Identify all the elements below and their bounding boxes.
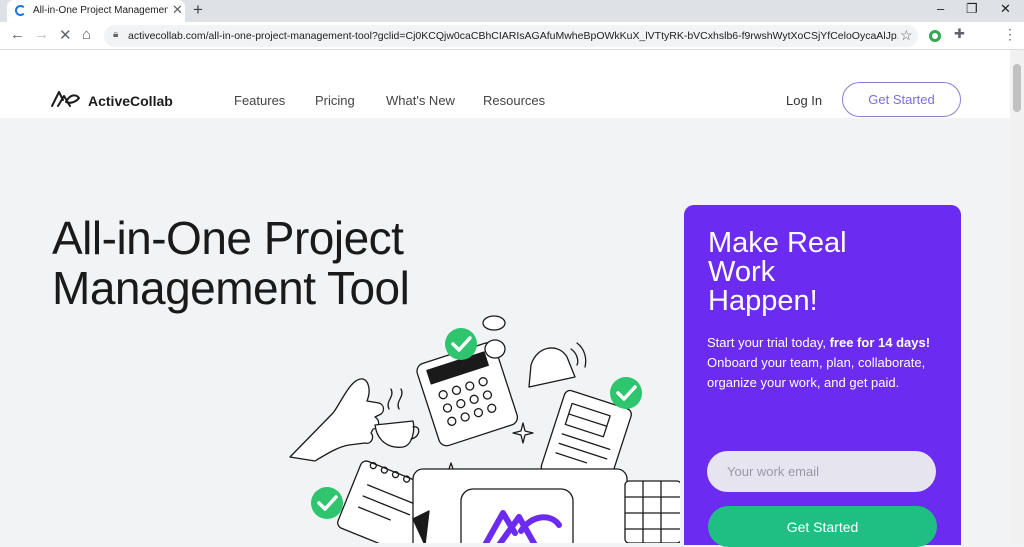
extension-ring-icon[interactable]	[929, 30, 941, 42]
card-description: Start your trial today, free for 14 days…	[707, 333, 942, 393]
card-title-line1: Make Real	[708, 227, 847, 259]
new-tab-button[interactable]: +	[193, 0, 203, 20]
scroll-thumb[interactable]	[1013, 64, 1021, 112]
browser-toolbar: ← → ✕ ⌂ 🔒︎ activecollab.com/all-in-one-p…	[0, 22, 1024, 50]
card-text-free-trial: free for 14 days!	[829, 335, 931, 350]
check-circle-icon	[311, 487, 343, 519]
login-link[interactable]: Log In	[786, 93, 822, 108]
address-bar[interactable]: 🔒︎ activecollab.com/all-in-one-project-m…	[104, 25, 918, 47]
check-circle-icon	[445, 328, 477, 360]
stop-loading-icon[interactable]: ✕	[59, 26, 72, 44]
lock-icon: 🔒︎	[113, 29, 119, 40]
tab-title: All-in-One Project Management	[33, 5, 168, 16]
nav-whats-new[interactable]: What's New	[386, 93, 455, 108]
logo-text[interactable]: ActiveCollab	[88, 93, 173, 109]
back-arrow-icon[interactable]: ←	[10, 26, 25, 43]
work-email-input[interactable]	[707, 451, 936, 492]
card-title: Make Real Work Happen!	[708, 229, 948, 316]
forward-arrow-icon[interactable]: →	[34, 26, 49, 43]
tab-close-icon[interactable]: ✕	[172, 2, 183, 18]
signup-card: Make Real Work Happen! Start your trial …	[684, 205, 961, 547]
browser-tab[interactable]: All-in-One Project Management ✕	[7, 0, 185, 22]
check-circle-icon	[610, 377, 642, 409]
card-text-end: Onboard your team, plan, collaborate, or…	[707, 355, 926, 390]
card-text-start: Start your trial today,	[707, 335, 830, 350]
nav-resources[interactable]: Resources	[483, 93, 545, 108]
page-scrollbar[interactable]	[1010, 50, 1024, 543]
hero-title: All-in-One Project Management Tool	[52, 212, 410, 313]
card-title-line3: Happen!	[708, 285, 818, 317]
hero-title-line1: All-in-One Project	[52, 212, 404, 264]
activecollab-logo-icon[interactable]	[50, 88, 82, 110]
browser-tabstrip: All-in-One Project Management ✕ + – ❐ ✕	[0, 0, 1024, 22]
header-get-started-button[interactable]: Get Started	[842, 82, 961, 117]
loading-spinner-icon	[15, 5, 26, 16]
browser-menu-icon[interactable]: ⋮	[1003, 26, 1017, 43]
site-header: ActiveCollab Features Pricing What's New…	[0, 50, 1010, 118]
minimize-button[interactable]: –	[937, 1, 944, 16]
card-title-line2: Work	[708, 256, 776, 288]
bookmark-star-icon[interactable]: ☆	[900, 27, 913, 44]
url-text[interactable]: activecollab.com/all-in-one-project-mana…	[128, 30, 898, 42]
close-window-button[interactable]: ✕	[1000, 1, 1011, 17]
card-get-started-button[interactable]: Get Started	[708, 506, 937, 547]
extensions-puzzle-icon[interactable]: ✚	[954, 26, 965, 42]
nav-pricing[interactable]: Pricing	[315, 93, 355, 108]
home-icon[interactable]: ⌂	[82, 26, 91, 43]
restore-button[interactable]: ❐	[966, 1, 978, 17]
hero-illustration	[289, 315, 680, 543]
nav-features[interactable]: Features	[234, 93, 285, 108]
